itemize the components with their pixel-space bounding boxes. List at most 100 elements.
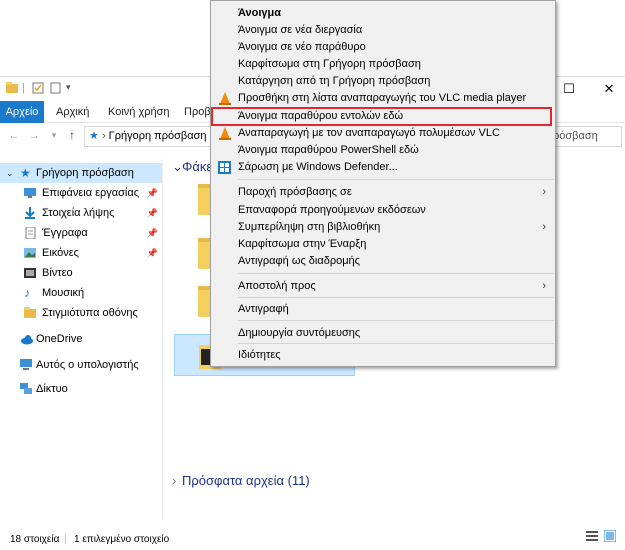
status-separator: | bbox=[64, 534, 67, 545]
recent-locations-icon[interactable]: ▾ bbox=[46, 127, 62, 143]
up-icon[interactable]: ↑ bbox=[64, 127, 80, 143]
menu-item-open-new-process[interactable]: Άνοιγμα σε νέα διεργασία bbox=[212, 22, 554, 39]
star-icon: ★ bbox=[89, 130, 99, 142]
menu-item-copy[interactable]: Αντιγραφή bbox=[212, 301, 554, 318]
nav-item-music[interactable]: ♪ Μουσική bbox=[0, 283, 162, 303]
pin-icon: 📌 bbox=[146, 188, 158, 198]
close-button[interactable]: ✕ bbox=[594, 79, 624, 99]
context-menu: Άνοιγμα Άνοιγμα σε νέα διεργασία Άνοιγμα… bbox=[210, 0, 556, 367]
menu-item-open[interactable]: Άνοιγμα bbox=[212, 5, 554, 22]
desktop-icon bbox=[24, 188, 36, 198]
nav-item-pictures[interactable]: Εικόνες 📌 bbox=[0, 243, 162, 263]
nav-label: Στιγμιότυπα οθόνης bbox=[42, 307, 138, 319]
nav-label: Βίντεο bbox=[42, 267, 73, 279]
menu-item-label: Σάρωση με Windows Defender... bbox=[238, 161, 398, 173]
nav-label: Στοιχεία λήψης bbox=[42, 207, 115, 219]
computer-icon bbox=[20, 359, 32, 370]
menu-item-open-new-window[interactable]: Άνοιγμα σε νέο παράθυρο bbox=[212, 39, 554, 56]
nav-item-network[interactable]: Δίκτυο bbox=[0, 379, 162, 399]
menu-item-scan-defender[interactable]: Σάρωση με Windows Defender... bbox=[212, 159, 554, 176]
selected-count: 1 επιλεγμένο στοιχείο bbox=[74, 534, 170, 545]
properties-icon[interactable] bbox=[32, 82, 44, 97]
details-view-icon[interactable] bbox=[586, 530, 598, 550]
pin-icon: 📌 bbox=[146, 208, 158, 218]
menu-separator bbox=[238, 343, 554, 344]
menu-item-send-to[interactable]: Αποστολή προς › bbox=[212, 278, 554, 295]
nav-label: Εικόνες bbox=[42, 247, 79, 259]
menu-item-vlc-play[interactable]: Αναπαραγωγή με τον αναπαραγωγό πολυμέσων… bbox=[212, 125, 554, 142]
video-icon bbox=[24, 268, 36, 278]
forward-icon[interactable]: → bbox=[26, 127, 42, 143]
nav-item-onedrive[interactable]: OneDrive bbox=[0, 329, 162, 349]
navigation-pane: ⌄ ★ Γρήγορη πρόσβαση Επιφάνεια εργασίας … bbox=[0, 159, 163, 519]
pictures-icon bbox=[24, 248, 36, 258]
folder-icon bbox=[6, 82, 18, 96]
nav-label: OneDrive bbox=[36, 333, 83, 345]
breadcrumb-chevron-icon: › bbox=[101, 130, 109, 142]
menu-separator bbox=[238, 320, 554, 321]
menu-item-give-access[interactable]: Παροχή πρόσβασης σε › bbox=[212, 184, 554, 201]
menu-separator bbox=[238, 273, 554, 274]
menu-item-label: Συμπερίληψη στη βιβλιοθήκη bbox=[238, 221, 381, 233]
nav-item-quick-access[interactable]: ⌄ ★ Γρήγορη πρόσβαση bbox=[0, 163, 162, 183]
nav-label: Αυτός ο υπολογιστής bbox=[36, 359, 139, 371]
menu-separator bbox=[238, 297, 554, 298]
highlight-box bbox=[211, 107, 552, 126]
breadcrumb[interactable]: Γρήγορη πρόσβαση bbox=[109, 130, 207, 142]
music-icon: ♪ bbox=[24, 286, 30, 300]
menu-item-label: Παροχή πρόσβασης σε bbox=[238, 186, 352, 198]
group-header-folders[interactable]: Φάκε bbox=[182, 159, 212, 174]
tab-home[interactable]: Αρχική bbox=[48, 101, 97, 123]
nav-item-documents[interactable]: Έγγραφα 📌 bbox=[0, 223, 162, 243]
nav-item-this-pc[interactable]: Αυτός ο υπολογιστής bbox=[0, 355, 162, 375]
menu-separator bbox=[238, 179, 554, 180]
chevron-down-icon[interactable]: ⌄ bbox=[6, 163, 14, 183]
menu-item-include-library[interactable]: Συμπερίληψη στη βιβλιοθήκη › bbox=[212, 219, 554, 236]
pin-icon: 📌 bbox=[146, 228, 158, 238]
back-icon[interactable]: ← bbox=[6, 127, 22, 143]
menu-item-restore-previous[interactable]: Επαναφορά προηγούμενων εκδόσεων bbox=[212, 202, 554, 219]
nav-label: Επιφάνεια εργασίας bbox=[42, 187, 140, 199]
chevron-right-icon: › bbox=[542, 280, 546, 292]
maximize-button[interactable]: ☐ bbox=[554, 79, 584, 99]
vlc-cone-icon bbox=[219, 127, 231, 140]
status-bar: 18 στοιχεία | 1 επιλεγμένο στοιχείο bbox=[0, 529, 625, 550]
nav-label: Έγγραφα bbox=[42, 227, 88, 239]
documents-icon bbox=[25, 227, 36, 239]
menu-item-unpin-quick-access[interactable]: Κατάργηση από τη Γρήγορη πρόσβαση bbox=[212, 73, 554, 90]
windows-defender-icon bbox=[218, 161, 231, 174]
menu-item-copy-as-path[interactable]: Αντιγραφή ως διαδρομής bbox=[212, 253, 554, 270]
large-icons-view-icon[interactable] bbox=[603, 529, 617, 550]
download-icon bbox=[25, 207, 35, 219]
nav-label: Δίκτυο bbox=[36, 383, 68, 395]
cloud-icon bbox=[21, 335, 33, 345]
menu-item-open-powershell[interactable]: Άνοιγμα παραθύρου PowerShell εδώ bbox=[212, 142, 554, 159]
tab-file[interactable]: Αρχείο bbox=[0, 101, 44, 123]
nav-label: Γρήγορη πρόσβαση bbox=[36, 167, 134, 179]
menu-item-label: Αποστολή προς bbox=[238, 280, 316, 292]
star-icon: ★ bbox=[20, 166, 31, 180]
nav-item-downloads[interactable]: Στοιχεία λήψης 📌 bbox=[0, 203, 162, 223]
nav-item-screenshots[interactable]: Στιγμιότυπα οθόνης bbox=[0, 303, 162, 323]
vlc-cone-icon bbox=[219, 92, 231, 105]
menu-item-create-shortcut[interactable]: Δημιουργία συντόμευσης bbox=[212, 325, 554, 342]
menu-item-vlc-playlist[interactable]: Προσθήκη στη λίστα αναπαραγωγής του VLC … bbox=[212, 90, 554, 107]
menu-item-label: Αναπαραγωγή με τον αναπαραγωγό πολυμέσων… bbox=[238, 127, 500, 139]
chevron-right-icon: › bbox=[542, 221, 546, 233]
item-count: 18 στοιχεία bbox=[10, 534, 60, 545]
chevron-down-icon[interactable]: ▾ bbox=[66, 82, 71, 93]
new-folder-icon[interactable] bbox=[50, 82, 62, 97]
nav-label: Μουσική bbox=[42, 287, 85, 299]
chevron-right-icon[interactable]: › bbox=[172, 473, 176, 488]
menu-item-pin-quick-access[interactable]: Καρφίτσωμα στη Γρήγορη πρόσβαση bbox=[212, 56, 554, 73]
network-icon bbox=[20, 383, 32, 394]
pin-icon: 📌 bbox=[146, 248, 158, 258]
menu-item-properties[interactable]: Ιδιότητες bbox=[212, 347, 554, 364]
folder-icon bbox=[24, 307, 36, 318]
group-header-recent[interactable]: Πρόσφατα αρχεία (11) bbox=[182, 473, 310, 488]
separator-icon: | bbox=[22, 82, 25, 94]
nav-item-videos[interactable]: Βίντεο bbox=[0, 263, 162, 283]
tab-share[interactable]: Κοινή χρήση bbox=[100, 101, 178, 123]
menu-item-pin-start[interactable]: Καρφίτσωμα στην Έναρξη bbox=[212, 236, 554, 253]
nav-item-desktop[interactable]: Επιφάνεια εργασίας 📌 bbox=[0, 183, 162, 203]
